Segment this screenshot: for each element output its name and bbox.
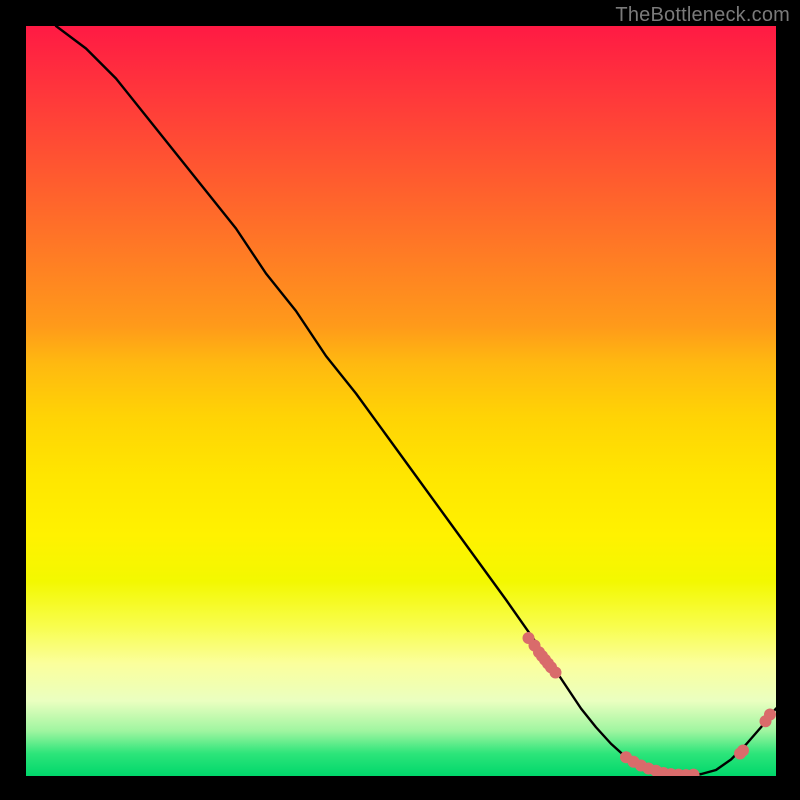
data-point [680, 769, 692, 776]
data-point [533, 646, 545, 658]
chart-svg [26, 26, 776, 776]
data-point [665, 768, 677, 776]
data-point [536, 650, 548, 662]
data-point [673, 769, 685, 776]
data-point [734, 748, 746, 760]
watermark-text: TheBottleneck.com [615, 4, 790, 27]
data-point [643, 763, 655, 775]
data-point [542, 658, 554, 670]
data-point [737, 745, 749, 757]
data-point [523, 632, 535, 644]
curve-layer [56, 26, 776, 775]
data-point [764, 709, 776, 721]
data-point [658, 767, 670, 776]
data-point [620, 751, 632, 763]
data-point [539, 654, 551, 666]
data-point [545, 661, 557, 673]
data-point [688, 769, 700, 776]
data-point [628, 756, 640, 768]
data-point [650, 765, 662, 776]
data-point [635, 760, 647, 772]
marker-layer [523, 632, 777, 776]
data-point [760, 715, 772, 727]
data-point [550, 667, 562, 679]
bottleneck-curve [56, 26, 776, 775]
data-point [529, 640, 541, 652]
plot-area [26, 26, 776, 776]
chart-container: TheBottleneck.com [0, 0, 800, 800]
